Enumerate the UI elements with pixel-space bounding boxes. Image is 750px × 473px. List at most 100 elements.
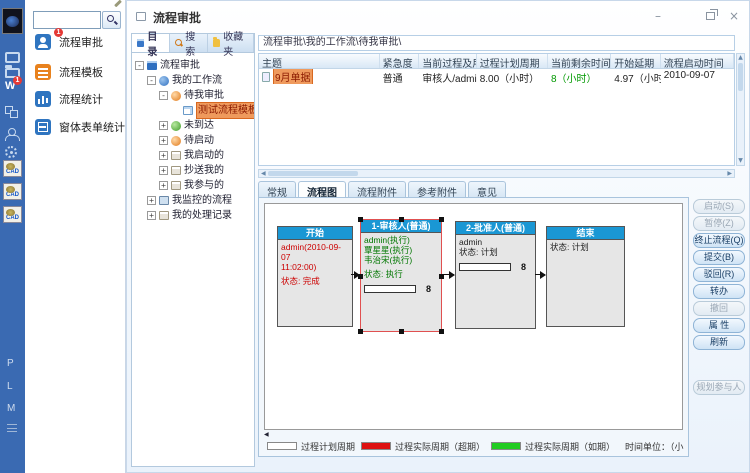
expander[interactable]: + — [159, 151, 168, 160]
tab-flow-diagram[interactable]: 流程图 — [298, 181, 346, 198]
monitor-icon[interactable] — [5, 52, 20, 63]
copy-squares-icon[interactable] — [5, 106, 20, 119]
gear-icon[interactable] — [5, 146, 17, 158]
terminate-flow-button[interactable]: 终止流程(Q) — [693, 233, 745, 248]
tree-node-label: 我监控的流程 — [172, 193, 232, 208]
scroll-left-icon[interactable]: ◀ — [261, 170, 266, 178]
nav-item-process-approval[interactable]: 1 流程审批 — [35, 32, 103, 52]
nav-item-process-template[interactable]: 流程模板 — [35, 62, 103, 82]
restore-button[interactable] — [706, 12, 715, 20]
selection-handle[interactable] — [439, 217, 444, 222]
users-icon[interactable] — [5, 128, 20, 141]
module-search-input[interactable] — [33, 11, 101, 29]
rail-letter-p[interactable]: P — [7, 358, 14, 369]
expander[interactable]: - — [159, 91, 168, 100]
expander[interactable]: + — [159, 181, 168, 190]
scroll-down-icon[interactable]: ▼ — [737, 157, 744, 165]
flow-node-start[interactable]: 开始 admin(2010-09-07 11:02:00) 状态: 完成 — [277, 226, 353, 327]
table-row[interactable]: 9月单据 普通 审核人/admin,覃星... 8.00（小时） 8（小时） 4… — [259, 69, 734, 84]
tab-directory[interactable]: 目录 — [132, 34, 170, 52]
minimize-button[interactable]: – — [655, 9, 661, 23]
cad-app-icon-2[interactable]: CAD — [3, 183, 22, 200]
flow-node-approver[interactable]: 2-批准人(普通) admin 状态: 计划 8 — [455, 221, 536, 329]
folder-icon — [171, 151, 181, 160]
expander[interactable]: + — [147, 196, 156, 205]
expander[interactable]: + — [159, 136, 168, 145]
flow-node-reviewer[interactable]: 1-审核人(普通) admin(执行) 覃星星(执行) 韦治宋(执行) 状态: … — [360, 219, 442, 332]
cad-app-icon-3[interactable]: CAD — [3, 206, 22, 223]
scroll-up-icon[interactable]: ▲ — [738, 54, 743, 61]
tab-general[interactable]: 常规 — [258, 181, 296, 198]
expander[interactable]: - — [135, 61, 144, 70]
tree-node-process-approval[interactable]: -流程审批 — [134, 58, 252, 73]
submit-button[interactable]: 提交(B) — [693, 250, 745, 265]
cad-app-icon-1[interactable]: CAD — [3, 160, 22, 177]
selection-handle[interactable] — [358, 217, 363, 222]
scroll-thumb[interactable] — [268, 171, 358, 176]
tab-opinions[interactable]: 意见 — [468, 181, 506, 198]
tree-panel: 目录 搜索 收藏夹 -流程审批 -我的工作流 -待我审批 测试流程模板(1) +… — [131, 33, 255, 467]
flow-node-end[interactable]: 结束 状态: 计划 — [546, 226, 625, 327]
scroll-right-icon[interactable]: ▶ — [727, 170, 732, 178]
tree-node-not-arrived[interactable]: +未到达 — [134, 118, 252, 133]
expander[interactable]: - — [147, 76, 156, 85]
tab-reference-attachments[interactable]: 参考附件 — [408, 181, 466, 198]
selection-handle[interactable] — [358, 329, 363, 334]
transfer-button[interactable]: 转办 — [693, 284, 745, 299]
pause-button[interactable]: 暂停(Z) — [693, 216, 745, 231]
tree-node-pending-my-approval[interactable]: -待我审批 — [134, 88, 252, 103]
col-current-process[interactable]: 当前过程及用户 — [419, 54, 476, 68]
tree-node-my-workflow[interactable]: - 我的工作流 — [134, 73, 252, 88]
tree-node-participated[interactable]: +我参与的 — [134, 178, 252, 193]
expander[interactable]: + — [147, 211, 156, 220]
tab-process-attachments[interactable]: 流程附件 — [348, 181, 406, 198]
refresh-button[interactable]: 刷新 — [693, 335, 745, 350]
tree-node-label: 我的工作流 — [172, 73, 222, 88]
selection-handle[interactable] — [399, 217, 404, 222]
col-start-delay[interactable]: 开始延期 — [611, 54, 661, 68]
legend-label: 过程计划周期 — [301, 440, 355, 452]
tree-node-my-records[interactable]: +我的处理记录 — [134, 208, 252, 223]
flow-canvas[interactable]: 开始 admin(2010-09-07 11:02:00) 状态: 完成 1-审… — [264, 203, 683, 430]
col-urgency[interactable]: 紧急度 — [380, 54, 420, 68]
nav-item-label: 流程统计 — [59, 91, 103, 107]
properties-button[interactable]: 属 性 — [693, 318, 745, 333]
canvas-horizontal-scrollbar[interactable]: ◀ — [264, 431, 683, 438]
table-horizontal-scrollbar[interactable]: ◀ ▶ — [258, 169, 735, 178]
selection-handle[interactable] — [439, 329, 444, 334]
col-start-time[interactable]: 流程启动时间 — [661, 54, 734, 68]
selection-handle[interactable] — [399, 329, 404, 334]
col-subject[interactable]: 主题 — [259, 54, 380, 68]
rail-letter-m[interactable]: M — [7, 403, 15, 414]
nav-item-process-stats[interactable]: 流程统计 — [35, 89, 103, 109]
tree-node-pending-start[interactable]: +待启动 — [134, 133, 252, 148]
edit-icon[interactable] — [114, 0, 122, 7]
title-bar: 流程审批 – × — [127, 1, 749, 31]
menu-icon[interactable] — [7, 424, 17, 432]
reject-button[interactable]: 驳回(R) — [693, 267, 745, 282]
withdraw-button[interactable]: 撤回 — [693, 301, 745, 316]
nav-item-form-stats[interactable]: 窗体表单统计 — [35, 117, 125, 137]
flow-arrow — [441, 274, 454, 275]
tree-node-started-by-me[interactable]: +我启动的 — [134, 148, 252, 163]
not-arrived-icon — [171, 121, 181, 131]
tab-favorites[interactable]: 收藏夹 — [208, 34, 254, 52]
search-button[interactable] — [102, 11, 121, 29]
breadcrumb: 流程审批\我的工作流\待我审批\ — [258, 35, 735, 51]
legend-label: 过程实际周期（如期） — [525, 440, 615, 452]
expander[interactable]: + — [159, 166, 168, 175]
tree-node-cc-to-me[interactable]: +抄送我的 — [134, 163, 252, 178]
col-planned-period[interactable]: 过程计划周期 — [477, 54, 548, 68]
start-button[interactable]: 启动(S) — [693, 199, 745, 214]
plan-participants-button[interactable]: 规划参与人 — [693, 380, 745, 395]
scroll-thumb[interactable] — [738, 63, 743, 91]
table-vertical-scrollbar[interactable]: ▲ ▼ — [736, 53, 745, 166]
tab-search[interactable]: 搜索 — [170, 34, 208, 52]
rail-letter-l[interactable]: L — [7, 381, 13, 392]
col-remaining-time[interactable]: 当前剩余时间 — [548, 54, 611, 68]
tree-node-monitored-flows[interactable]: + 我监控的流程 — [134, 193, 252, 208]
scroll-left-icon[interactable]: ◀ — [264, 431, 269, 438]
expander[interactable]: + — [159, 121, 168, 130]
tree-node-test-template[interactable]: 测试流程模板(1) — [134, 103, 252, 118]
close-button[interactable]: × — [729, 9, 739, 23]
